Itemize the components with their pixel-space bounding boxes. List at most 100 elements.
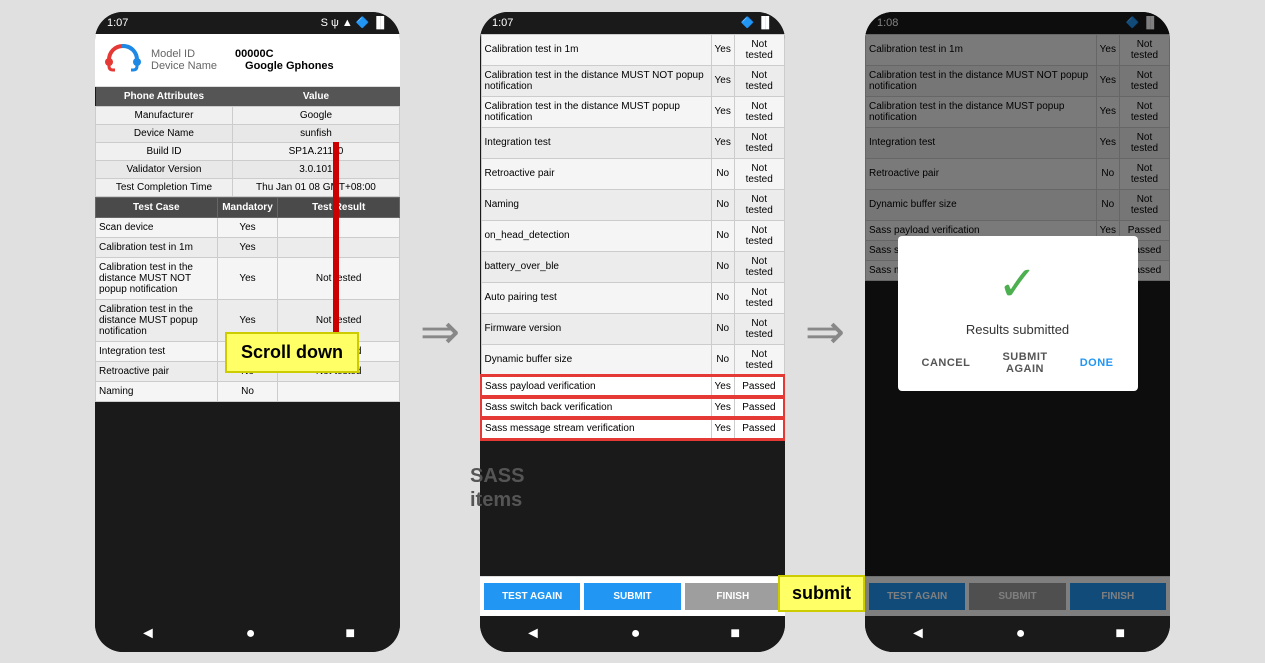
done-button[interactable]: DONE [1072, 347, 1122, 379]
phone1-nav: ◄ ● ■ [95, 616, 400, 652]
phone3-nav: ◄ ● ■ [865, 616, 1170, 652]
recent-button[interactable]: ■ [345, 625, 355, 643]
test-table-scroll[interactable]: Test Case Mandatory Test Result Scan dev… [95, 197, 400, 616]
table-cell: Integration test [481, 127, 711, 158]
table-cell: Naming [96, 381, 218, 401]
home-button[interactable]: ● [246, 625, 256, 643]
attr-cell: 3.0.101 [232, 160, 399, 178]
main-container: Scroll down 1:07 S ψ ▲ 🔷 ▐▌ [0, 0, 1265, 663]
table-cell: Yes [217, 257, 278, 299]
table-cell: No [711, 189, 734, 220]
test-again-button[interactable]: TEST AGAIN [484, 583, 580, 610]
submit-button[interactable]: SUBMIT [584, 583, 680, 610]
col-test-case: Test Case [96, 197, 218, 217]
table-cell: Scan device [96, 217, 218, 237]
table-cell: Calibration test in 1m [96, 237, 218, 257]
table-row: Calibration test in 1mYes [96, 237, 400, 257]
table-cell: Not tested [734, 34, 784, 65]
table-cell: No [711, 220, 734, 251]
attr-cell: Google [232, 106, 399, 124]
table-cell: Not tested [734, 220, 784, 251]
table-cell: Yes [217, 237, 278, 257]
table-cell: Calibration test in the distance MUST po… [481, 96, 711, 127]
table-cell: Yes [217, 217, 278, 237]
results-dialog: ✓ Results submitted CANCEL SUBMIT AGAIN … [898, 236, 1138, 391]
phone2-table-scroll[interactable]: Calibration test in 1mYesNot testedCalib… [480, 34, 785, 576]
attr-table: Phone Attributes Value ManufacturerGoogl… [95, 87, 400, 197]
table-cell: Yes [711, 418, 734, 439]
attr-cell: Device Name [96, 124, 233, 142]
table-cell: Not tested [734, 282, 784, 313]
table-cell: No [711, 282, 734, 313]
table-cell [278, 381, 400, 401]
device-header: Model ID 00000C Device Name Google Gphon… [95, 34, 400, 87]
table-cell: Dynamic buffer size [481, 344, 711, 376]
cancel-button[interactable]: CANCEL [914, 347, 979, 379]
submit-annotation: submit [778, 575, 865, 612]
table-row: Calibration test in the distance MUST NO… [481, 65, 784, 96]
attr-col2: Value [232, 87, 399, 107]
table-row: Firmware versionNoNot tested [481, 313, 784, 344]
phone1-status-bar: 1:07 S ψ ▲ 🔷 ▐▌ [95, 12, 400, 34]
dialog-text: Results submitted [966, 322, 1069, 337]
table-cell: Yes [711, 376, 734, 397]
table-cell: Auto pairing test [481, 282, 711, 313]
table-cell: Yes [711, 34, 734, 65]
table-row: Calibration test in the distance MUST po… [481, 96, 784, 127]
attr-cell: Validator Version [96, 160, 233, 178]
recent-button3[interactable]: ■ [1115, 625, 1125, 643]
table-row: Sass message stream verificationYesPasse… [481, 418, 784, 439]
phone2-wrapper: 1:07 🔷 ▐▌ Calibration test in 1mYesNot t… [480, 12, 785, 652]
table-cell: Calibration test in 1m [481, 34, 711, 65]
table-row: on_head_detectionNoNot tested [481, 220, 784, 251]
back-button[interactable]: ◄ [140, 625, 156, 643]
table-row: Sass payload verificationYesPassed [481, 376, 784, 397]
table-cell: Yes [711, 96, 734, 127]
table-cell: Yes [711, 397, 734, 418]
table-row: Scan deviceYes [96, 217, 400, 237]
table-cell: Passed [734, 418, 784, 439]
table-cell: Sass message stream verification [481, 418, 711, 439]
table-cell: No [711, 313, 734, 344]
home-button3[interactable]: ● [1016, 625, 1026, 643]
sass-label: SASSitems [470, 464, 524, 512]
table-cell: No [217, 381, 278, 401]
submit-again-button[interactable]: SUBMIT AGAIN [986, 347, 1063, 379]
arrow1: ⇒ [410, 304, 470, 360]
table-cell: No [711, 158, 734, 189]
finish-button[interactable]: FINISH [685, 583, 781, 610]
table-cell: Not tested [734, 158, 784, 189]
table-cell: Not tested [734, 344, 784, 376]
table-cell: Passed [734, 397, 784, 418]
phone1-frame: Scroll down 1:07 S ψ ▲ 🔷 ▐▌ [95, 12, 400, 652]
table-row: Auto pairing testNoNot tested [481, 282, 784, 313]
table-cell: Firmware version [481, 313, 711, 344]
table-row: Retroactive pairNoNot tested [481, 158, 784, 189]
table-cell: Retroactive pair [481, 158, 711, 189]
table-cell: Sass switch back verification [481, 397, 711, 418]
home-button2[interactable]: ● [631, 625, 641, 643]
back-button3[interactable]: ◄ [910, 625, 926, 643]
phone2-test-table: Calibration test in 1mYesNot testedCalib… [480, 34, 785, 440]
back-button2[interactable]: ◄ [525, 625, 541, 643]
recent-button2[interactable]: ■ [730, 625, 740, 643]
phone1-status-icons: S ψ ▲ 🔷 ▐▌ [321, 16, 388, 29]
table-cell: Naming [481, 189, 711, 220]
phone1-time: 1:07 [107, 17, 128, 29]
table-cell: Not tested [734, 313, 784, 344]
check-icon: ✓ [997, 256, 1037, 312]
table-cell: Yes [711, 65, 734, 96]
table-cell: Sass payload verification [481, 376, 711, 397]
attr-cell: Test Completion Time [96, 178, 233, 196]
table-cell: Calibration test in the distance MUST NO… [96, 257, 218, 299]
table-row: battery_over_bleNoNot tested [481, 251, 784, 282]
table-row: Calibration test in 1mYesNot tested [481, 34, 784, 65]
table-cell: Calibration test in the distance MUST po… [96, 299, 218, 341]
table-row: NamingNo [96, 381, 400, 401]
table-cell: Not tested [734, 96, 784, 127]
scroll-annotation: Scroll down [225, 332, 359, 373]
table-cell: Passed [734, 376, 784, 397]
table-cell: on_head_detection [481, 220, 711, 251]
table-row: Sass switch back verificationYesPassed [481, 397, 784, 418]
table-cell: Calibration test in the distance MUST NO… [481, 65, 711, 96]
